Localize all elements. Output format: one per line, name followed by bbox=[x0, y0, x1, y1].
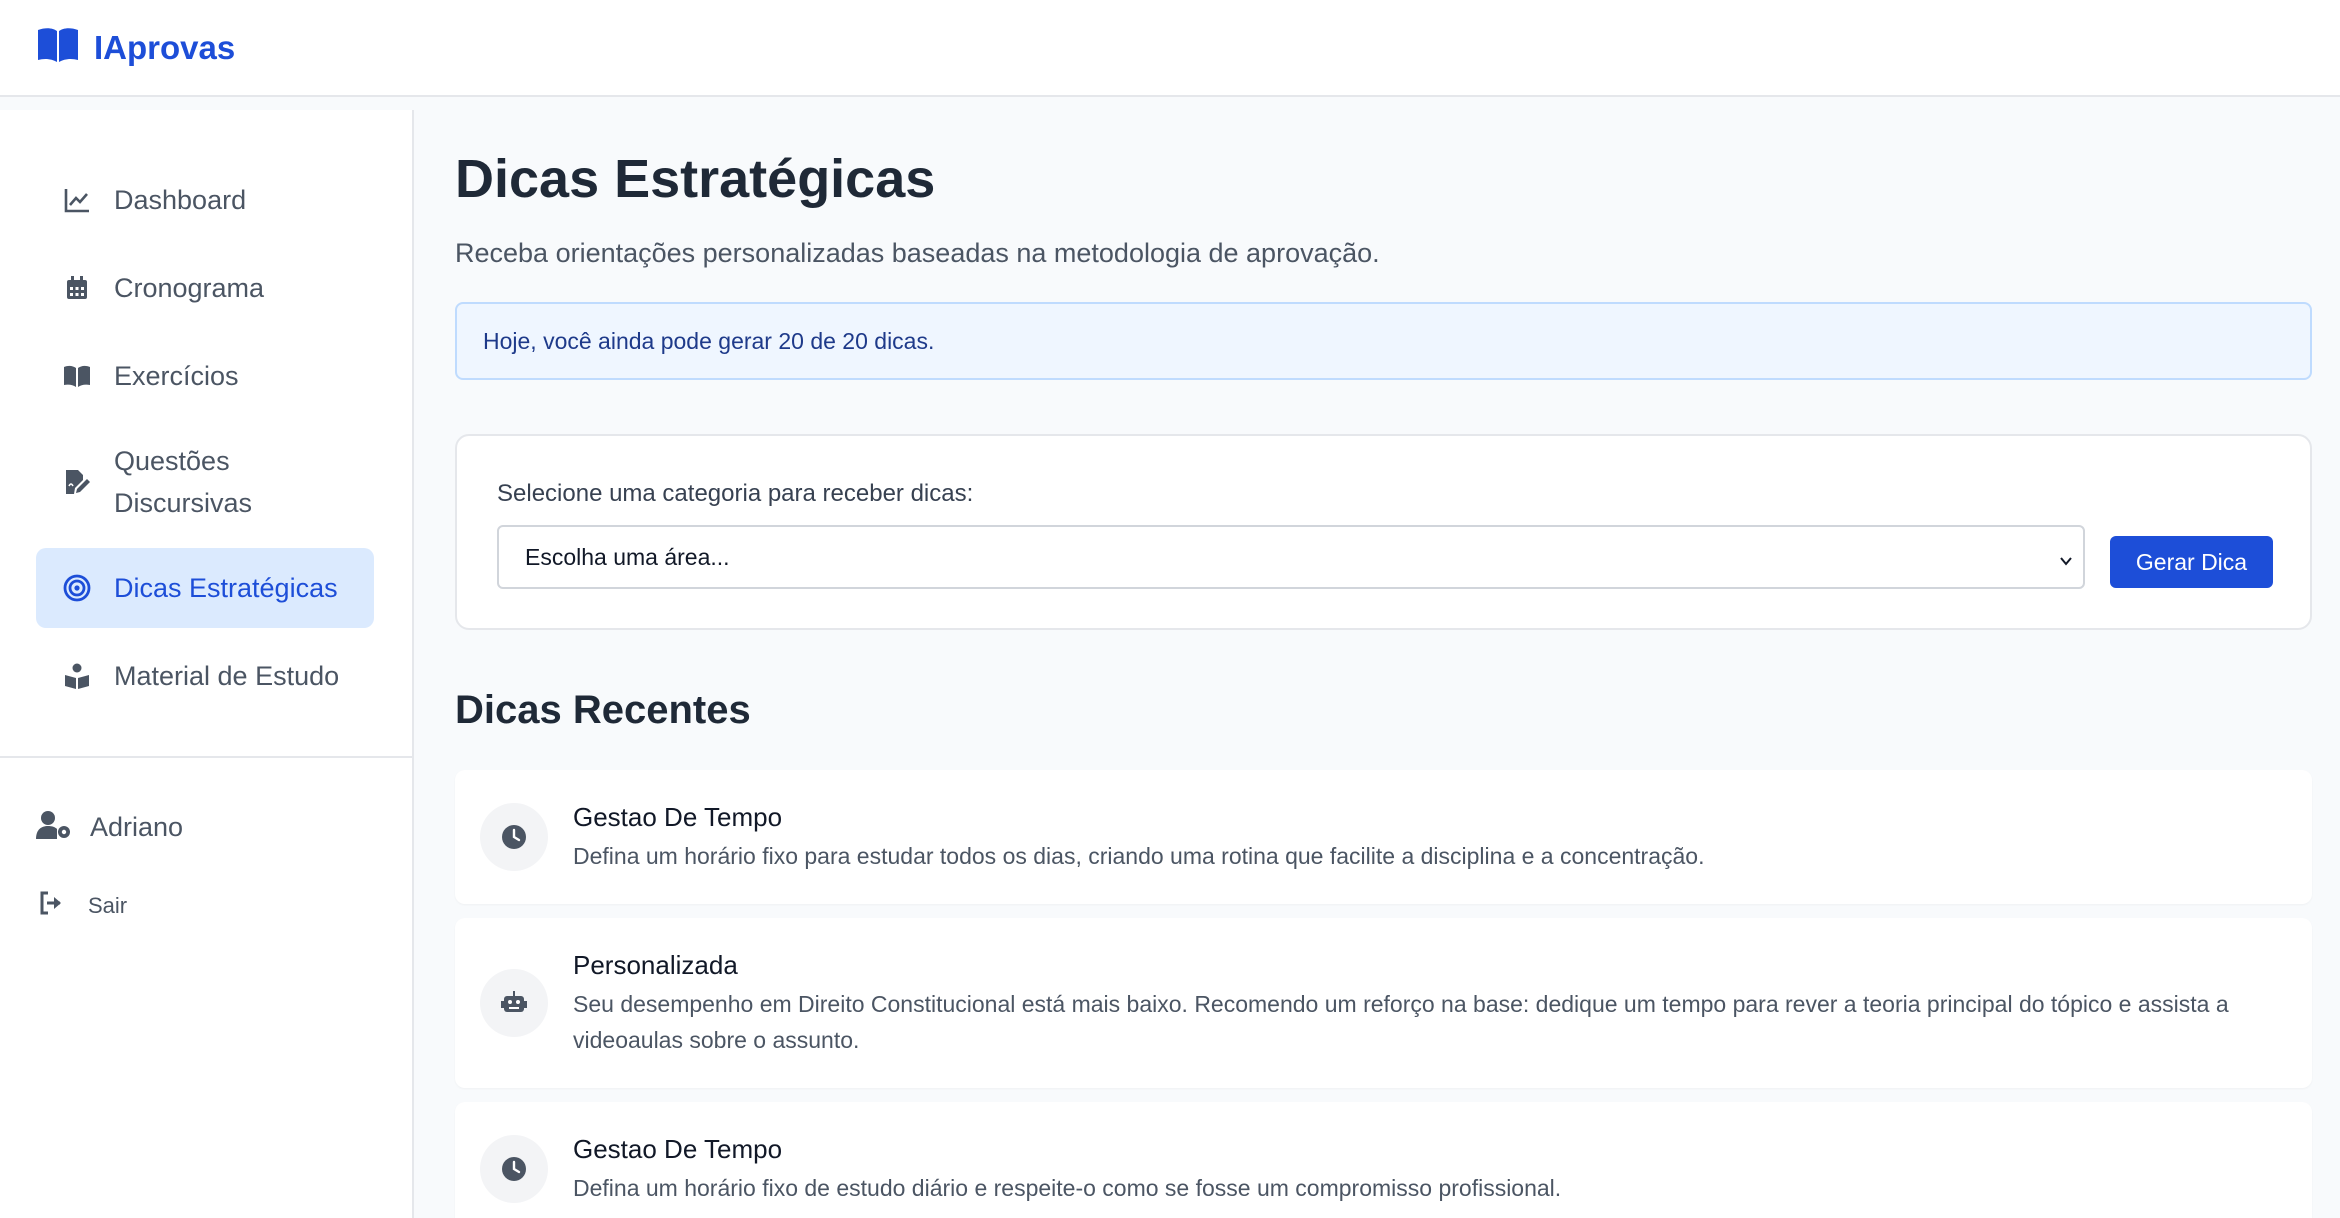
clock-icon bbox=[480, 1135, 548, 1203]
tip-text: Defina um horário fixo para estudar todo… bbox=[573, 843, 1705, 869]
recent-tips-title: Dicas Recentes bbox=[455, 688, 751, 732]
sidebar-item-exercicios[interactable]: Exercícios bbox=[36, 336, 374, 416]
book-reader-icon bbox=[62, 661, 92, 691]
sign-out-icon bbox=[38, 890, 88, 921]
tip-generator-form: Selecione uma categoria para receber dic… bbox=[455, 434, 2312, 630]
sidebar-item-label: Questões Discursivas bbox=[114, 446, 253, 518]
chevron-down-icon bbox=[2057, 549, 2075, 567]
user-cog-icon bbox=[36, 810, 90, 845]
daily-limit-notice: Hoje, você ainda pode gerar 20 de 20 dic… bbox=[455, 302, 2312, 380]
user-profile[interactable]: Adriano bbox=[36, 810, 183, 845]
clock-icon bbox=[480, 803, 548, 871]
sidebar-item-dashboard[interactable]: Dashboard bbox=[36, 160, 374, 240]
sidebar-divider bbox=[0, 756, 412, 758]
tip-card: Personalizada Seu desempenho em Direito … bbox=[455, 918, 2312, 1088]
tip-text: Seu desempenho em Direito Constitucional… bbox=[573, 991, 2229, 1053]
logout-label: Sair bbox=[88, 892, 128, 918]
sidebar-item-questoes-discursivas[interactable]: Questões Discursivas bbox=[36, 424, 374, 540]
tip-card: Gestao De Tempo Defina um horário fixo d… bbox=[455, 1102, 2312, 1218]
bullseye-icon bbox=[62, 573, 92, 603]
tip-text: Defina um horário fixo de estudo diário … bbox=[573, 1175, 1562, 1201]
recent-tips-list: Gestao De Tempo Defina um horário fixo p… bbox=[455, 770, 2312, 1218]
sidebar-nav: Dashboard Cronograma Exercícios Questões… bbox=[36, 160, 374, 724]
sidebar-item-material-de-estudo[interactable]: Material de Estudo bbox=[36, 636, 374, 716]
category-select[interactable]: Escolha uma área... bbox=[497, 525, 2085, 589]
category-label: Selecione uma categoria para receber dic… bbox=[497, 480, 974, 507]
sidebar-item-label: Exercícios bbox=[114, 361, 239, 391]
brand-logo[interactable]: IAprovas bbox=[36, 26, 235, 69]
book-open-icon bbox=[62, 361, 92, 391]
page-title: Dicas Estratégicas bbox=[455, 149, 936, 209]
user-name: Adriano bbox=[90, 812, 184, 842]
robot-icon bbox=[480, 969, 548, 1037]
tip-card: Gestao De Tempo Defina um horário fixo p… bbox=[455, 770, 2312, 904]
generate-tip-button[interactable]: Gerar Dica bbox=[2110, 536, 2273, 588]
sidebar-item-cronograma[interactable]: Cronograma bbox=[36, 248, 374, 328]
tip-title: Gestao De Tempo bbox=[573, 1134, 783, 1164]
page-subtitle: Receba orientações personalizadas basead… bbox=[455, 238, 1380, 268]
brand-name: IAprovas bbox=[94, 28, 236, 66]
top-bar: IAprovas bbox=[0, 0, 2340, 97]
sidebar-item-label: Material de Estudo bbox=[114, 661, 340, 691]
notice-text: Hoje, você ainda pode gerar 20 de 20 dic… bbox=[483, 327, 935, 354]
sidebar: Dashboard Cronograma Exercícios Questões… bbox=[0, 110, 414, 1218]
logout-button[interactable]: Sair bbox=[38, 890, 127, 921]
chart-line-icon bbox=[62, 185, 92, 215]
file-signature-icon bbox=[62, 467, 92, 497]
sidebar-item-label: Dashboard bbox=[114, 185, 247, 215]
calendar-icon bbox=[62, 273, 92, 303]
tip-title: Personalizada bbox=[573, 950, 738, 980]
sidebar-item-label: Cronograma bbox=[114, 273, 265, 303]
book-open-logo-icon bbox=[36, 26, 80, 69]
tip-title: Gestao De Tempo bbox=[573, 802, 783, 832]
sidebar-item-dicas-estrategicas[interactable]: Dicas Estratégicas bbox=[36, 548, 374, 628]
category-select-value: Escolha uma área... bbox=[525, 543, 730, 570]
sidebar-item-label: Dicas Estratégicas bbox=[114, 573, 338, 603]
